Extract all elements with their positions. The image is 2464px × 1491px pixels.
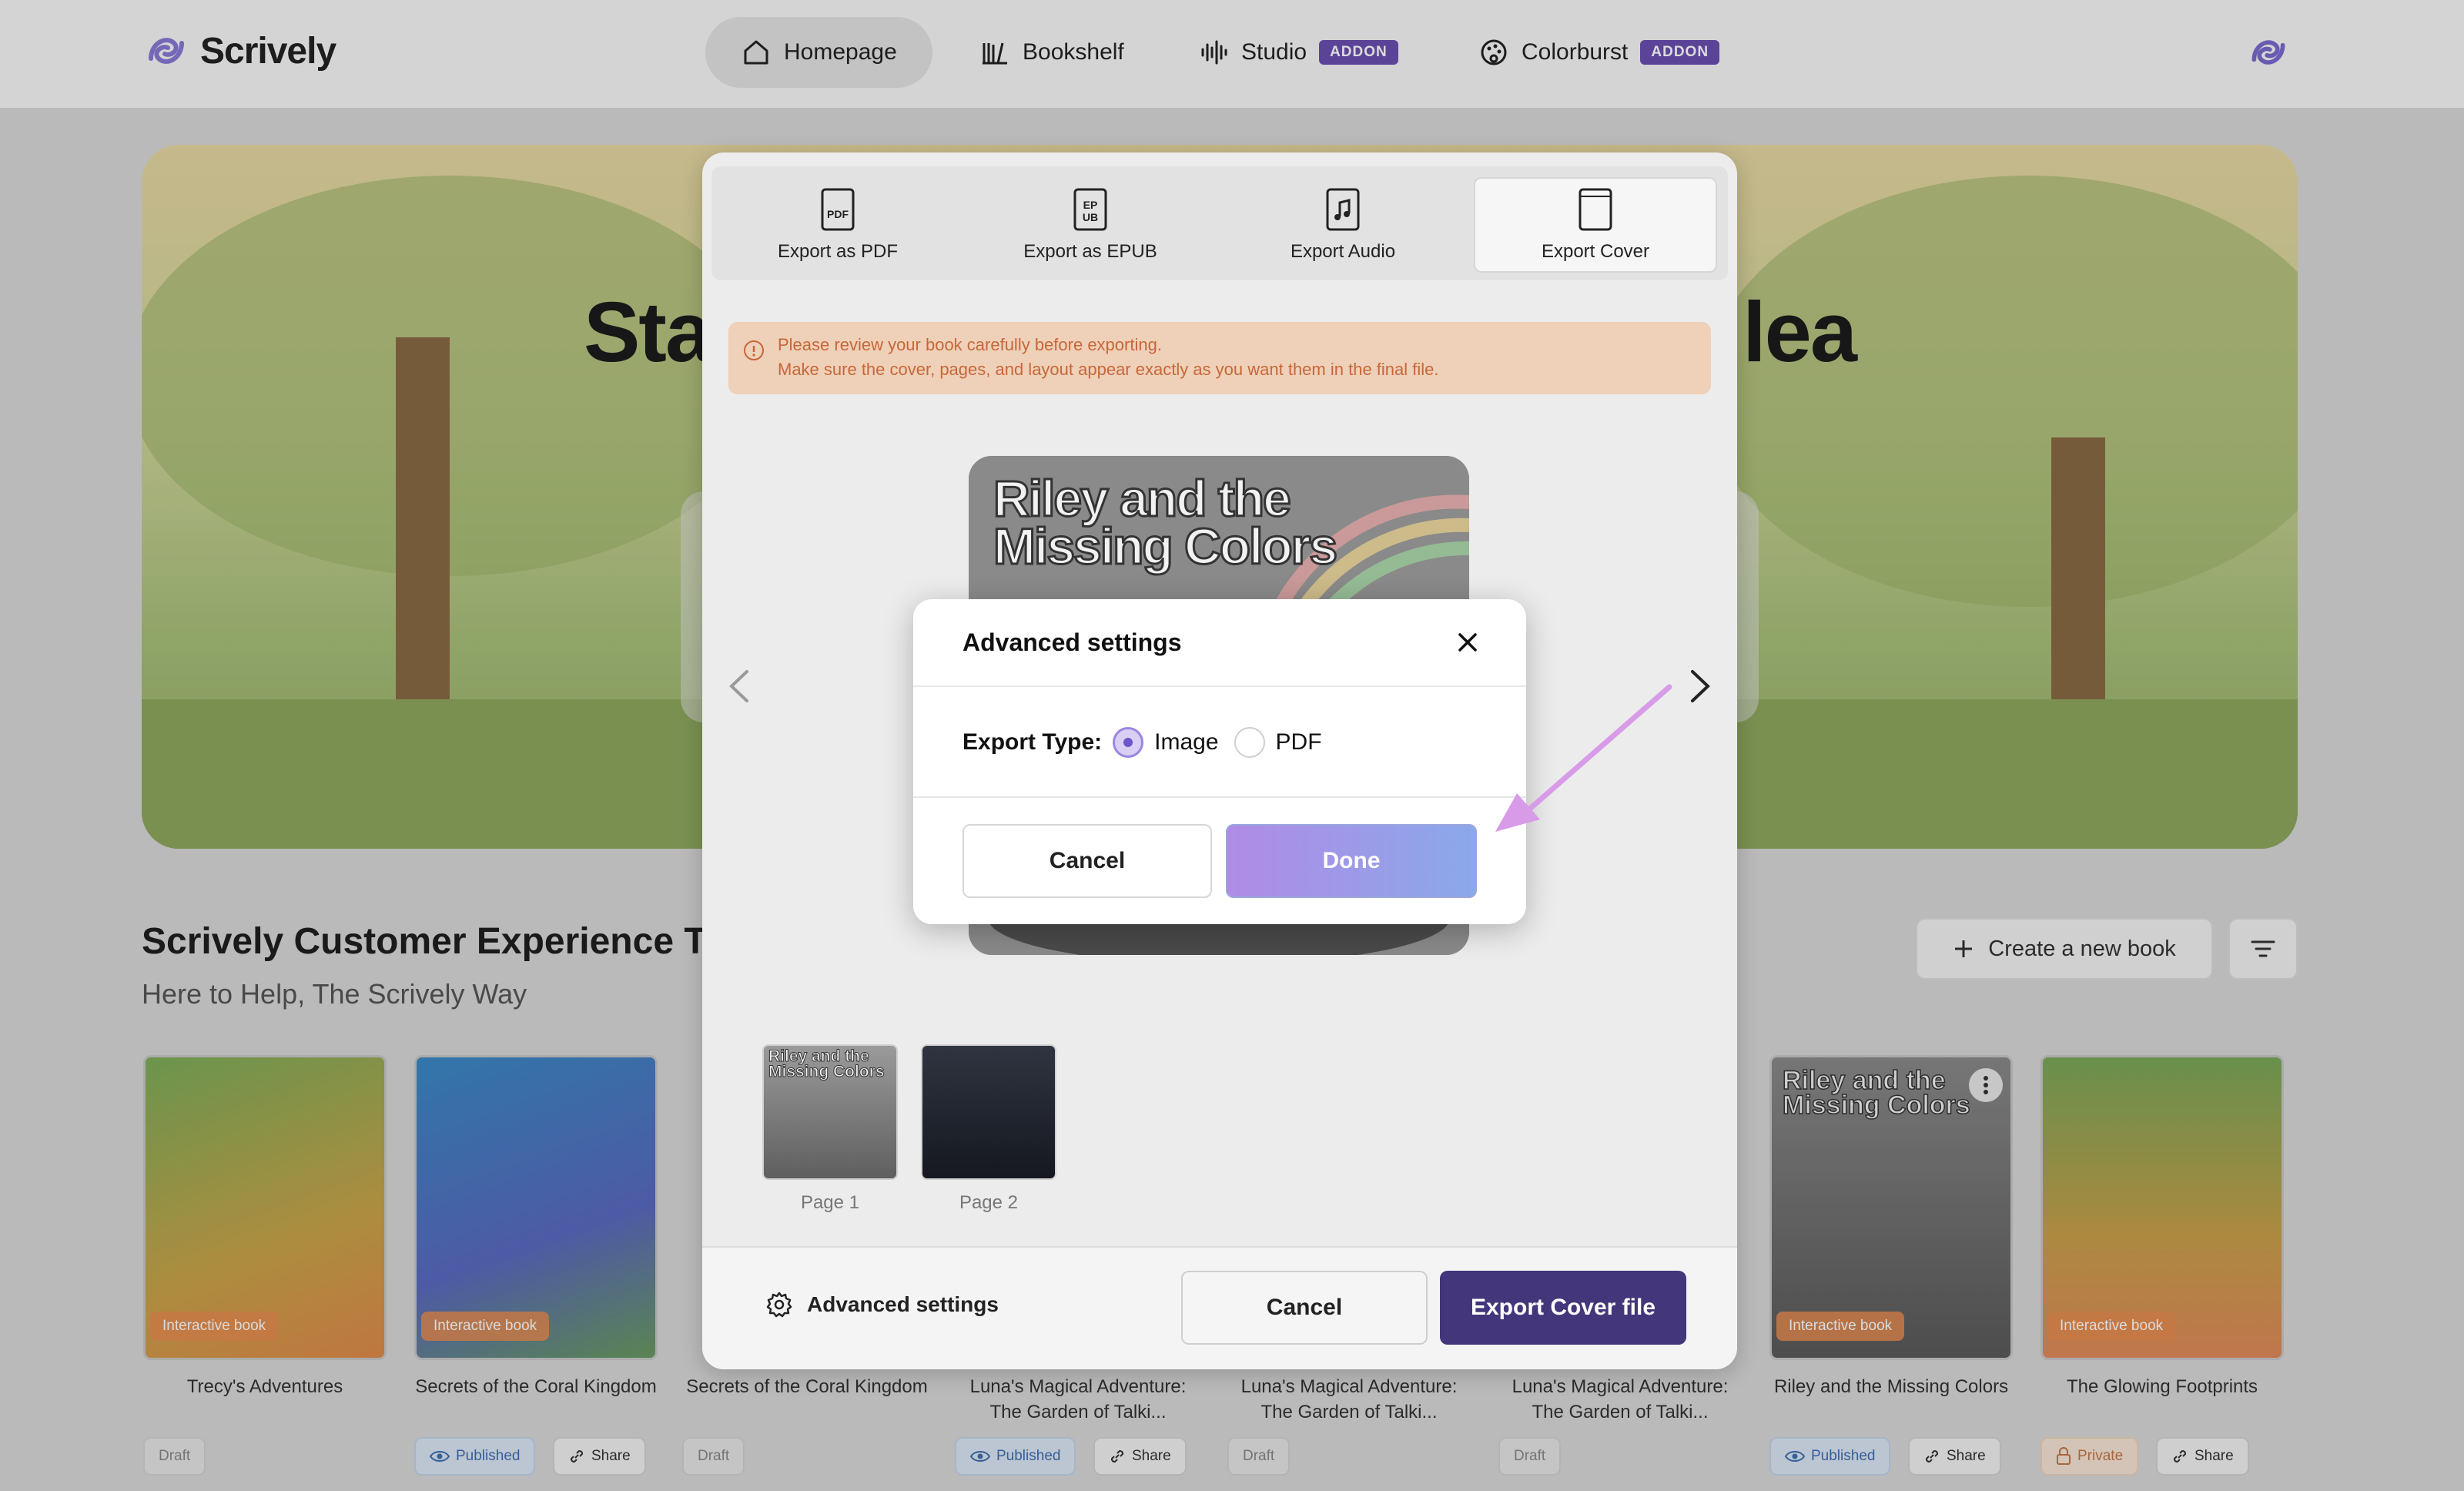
gear-icon [766,1292,792,1318]
advanced-settings-label: Advanced settings [807,1292,999,1316]
svg-text:PDF: PDF [827,208,849,220]
close-icon[interactable] [1452,627,1483,658]
advanced-settings-title: Advanced settings [962,628,1182,656]
tab-label: Export Cover [1541,241,1650,262]
tab-export-cover[interactable]: Export Cover [1474,177,1717,273]
divider [913,796,1526,798]
export-footer: Advanced settings Cancel Export Cover fi… [702,1246,1737,1369]
tab-export-audio[interactable]: Export Audio [1221,177,1465,273]
export-type-label: Export Type: [962,729,1103,755]
tab-label: Export Audio [1290,241,1396,262]
divider [913,685,1526,687]
cover-file-icon [1578,188,1612,231]
tab-export-pdf[interactable]: PDF Export as PDF [716,177,959,273]
advanced-settings-button[interactable]: Advanced settings [765,1291,999,1318]
audio-file-icon [1326,188,1360,231]
thumbnail-title: Riley and the Missing Colors [768,1047,886,1081]
tab-label: Export as EPUB [1023,241,1157,262]
page-thumbnail[interactable] [921,1044,1056,1180]
export-cover-file-button[interactable]: Export Cover file [1440,1271,1686,1345]
chevron-left-icon[interactable] [725,668,753,704]
warning-banner: Please review your book carefully before… [728,322,1711,394]
cover-title: Riley and the Missing Colors [993,470,1339,575]
advanced-cancel-button[interactable]: Cancel [962,824,1212,898]
svg-text:UB: UB [1083,211,1098,223]
warning-line-1: Please review your book carefully before… [778,335,1162,354]
radio-image-label[interactable]: Image [1154,729,1218,756]
page-label: Page 1 [800,1192,860,1213]
tab-export-epub[interactable]: EP UB Export as EPUB [969,177,1212,273]
chevron-right-icon[interactable] [1686,668,1714,704]
tab-label: Export as PDF [777,241,899,262]
epub-file-icon: EPUB [1073,188,1107,231]
svg-text:EP: EP [1083,199,1098,211]
export-type-group: Export Type: Image PDF [962,727,1322,758]
warning-line-2: Make sure the cover, pages, and layout a… [778,360,1439,379]
cancel-button[interactable]: Cancel [1181,1271,1428,1345]
radio-image[interactable] [1113,727,1144,758]
export-tabs: PDF Export as PDF EP UB Export as EPUB Ex… [711,166,1728,280]
radio-pdf-label[interactable]: PDF [1276,729,1322,756]
advanced-settings-modal: Advanced settings Export Type: Image PDF… [913,599,1526,924]
radio-pdf[interactable] [1234,727,1265,758]
pdf-file-icon: PDF [821,188,855,231]
page-thumbnail[interactable]: Riley and the Missing Colors [762,1044,898,1180]
info-icon [744,340,764,360]
pointer-arrow-annotation [1495,684,1672,832]
done-button[interactable]: Done [1226,824,1477,898]
page-label: Page 2 [959,1192,1019,1213]
